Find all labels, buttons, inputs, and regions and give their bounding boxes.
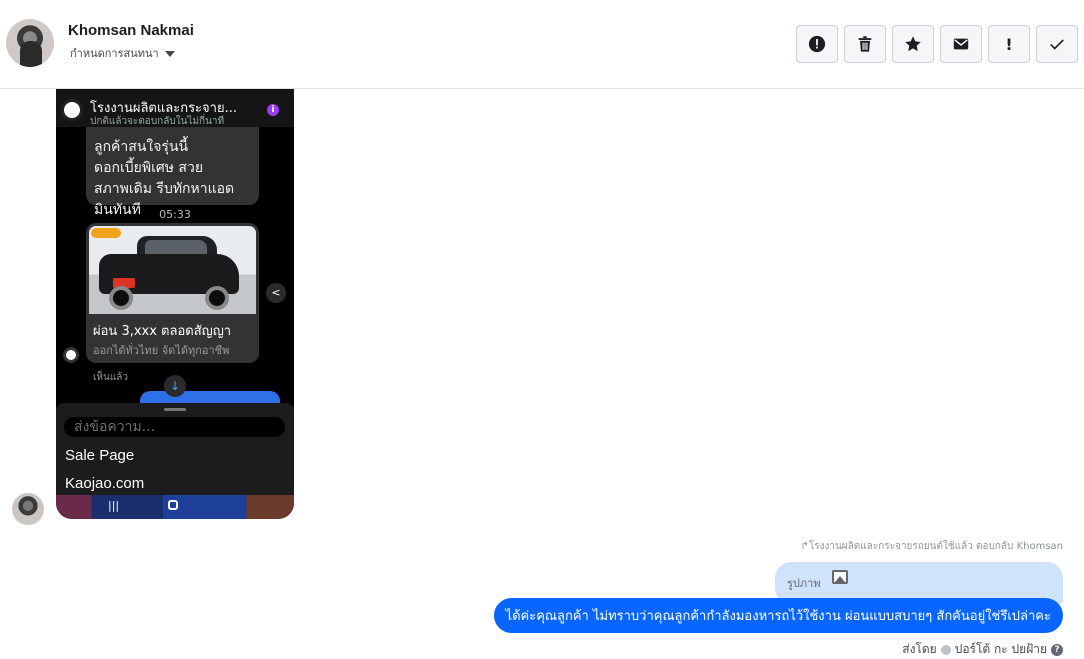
screenshot-chat-header: โรงงานผลิตและกระจาย... ปกติแล้วจะตอบกลับ… (56, 89, 294, 127)
wheel (109, 286, 133, 310)
mark-done-button[interactable] (1036, 25, 1078, 63)
delete-button[interactable] (844, 25, 886, 63)
seen-status: เห็นแล้ว (93, 372, 129, 383)
screenshot-car-card: ผ่อน 3,xxx ตลอดสัญญา ออกได้ทั่วไทย จัดได… (86, 223, 259, 363)
sent-message-text: ได้ค่ะคุณลูกค้า ไม่ทราบว่าคุณลูกค้ากำลัง… (505, 609, 1051, 624)
screenshot-text-bubble: ลูกค้าสนใจรุ่นนี้ ดอกเบี้ยพิเศษ สวย สภาพ… (86, 127, 259, 218)
page-logo (61, 99, 83, 121)
caret-down-icon (164, 51, 175, 57)
recent-apps-icon: ||| (108, 499, 120, 512)
screenshot-message-input: ส่งข้อความ... (64, 417, 285, 437)
assign-conversation-dropdown[interactable]: กำหนดการสนทนา (70, 44, 175, 62)
card-subtitle: ออกได้ทั่วไทย จัดได้ทุกอาชีพ (93, 344, 230, 357)
image-message[interactable]: โรงงานผลิตและกระจาย... ปกติแล้วจะตอบกลับ… (56, 89, 294, 519)
share-icon: < (266, 283, 286, 303)
mark-unread-button[interactable] (940, 25, 982, 63)
car-photo (89, 226, 256, 314)
envelope-icon (953, 38, 969, 50)
car-badge (91, 228, 121, 238)
arrow-down-icon: ↓ (164, 375, 186, 397)
screenshot-timestamp: 05:33 (159, 208, 191, 221)
check-icon (1050, 39, 1064, 50)
star-button[interactable] (892, 25, 934, 63)
reply-arrow-icon: ↱ (800, 541, 809, 552)
home-icon (168, 500, 178, 510)
sent-by-label: ส่งโดย (902, 642, 937, 656)
sheet-handle (164, 408, 186, 411)
star-icon (905, 36, 921, 52)
alert-circle-icon (808, 35, 826, 53)
reply-note: ↱โรงงานผลิตและกระจายรถยนต์ใช้แล้ว ตอบกลั… (800, 539, 1063, 554)
page-logo-small (63, 347, 79, 363)
sender-dot-icon (940, 644, 951, 655)
trash-icon (858, 36, 872, 52)
assign-label: กำหนดการสนทนา (70, 47, 159, 60)
quoted-label: รูปภาพ (787, 577, 821, 590)
menu-item-sale-page: Sale Page (65, 447, 135, 464)
sender-name: ปอร์โต้ กะ ปยฝ้าย (954, 642, 1047, 656)
contact-avatar-small[interactable] (12, 493, 44, 525)
contact-name[interactable]: Khomsan Nakmai (68, 22, 194, 39)
photo-icon (832, 570, 848, 584)
info-icon: i (267, 104, 279, 116)
follow-up-button[interactable]: ! (988, 25, 1030, 63)
menu-item-kaojao: Kaojao.com (65, 475, 145, 492)
conversation-header: Khomsan Nakmai กำหนดการสนทนา ! (0, 0, 1084, 89)
card-title: ผ่อน 3,xxx ตลอดสัญญา (93, 324, 232, 339)
follow-up-label: ! (1005, 34, 1013, 54)
conversation-toolbar: ! (796, 25, 1078, 63)
reply-note-text: โรงงานผลิตและกระจายรถยนต์ใช้แล้ว ตอบกลับ… (808, 541, 1063, 552)
sent-message[interactable]: ได้ค่ะคุณลูกค้า ไม่ทราบว่าคุณลูกค้ากำลัง… (493, 598, 1063, 633)
sent-by: ส่งโดย ปอร์โต้ กะ ปยฝ้าย ? (902, 640, 1063, 659)
mark-spam-button[interactable] (796, 25, 838, 63)
screenshot-bottom-sheet: ส่งข้อความ... Sale Page Kaojao.com (56, 403, 294, 495)
wheel (205, 286, 229, 310)
contact-avatar[interactable] (6, 19, 54, 67)
